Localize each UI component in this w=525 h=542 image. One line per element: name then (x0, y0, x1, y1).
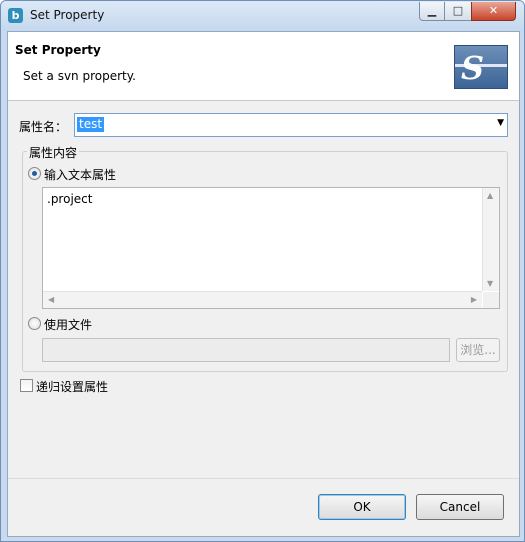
scrollbar-corner (483, 292, 499, 308)
property-text-content[interactable]: .project (47, 192, 92, 206)
scroll-up-icon[interactable]: ▲ (487, 191, 493, 200)
title-bar[interactable]: b Set Property ▁ □ ✕ (1, 1, 524, 31)
dropdown-arrow-icon[interactable]: ▼ (497, 118, 504, 128)
property-name-combobox[interactable]: test ▼ (74, 113, 508, 137)
property-name-value[interactable]: test (77, 117, 105, 132)
ok-button[interactable]: OK (318, 494, 406, 520)
file-path-input[interactable] (42, 338, 450, 362)
logo-letter: S (461, 49, 485, 87)
property-content-caption: 属性内容 (27, 144, 80, 161)
use-file-label[interactable]: 使用文件 (44, 316, 92, 333)
close-button[interactable]: ✕ (471, 2, 516, 21)
cancel-button[interactable]: Cancel (416, 494, 504, 520)
recursive-label[interactable]: 递归设置属性 (36, 378, 108, 395)
text-property-radio[interactable] (28, 167, 41, 180)
property-text-area[interactable]: .project ▲ ▼ ◀ ▶ (42, 187, 500, 309)
use-file-radio[interactable] (28, 317, 41, 330)
dialog-header: Set Property Set a svn property. S (8, 32, 519, 101)
footer-separator (8, 478, 519, 479)
horizontal-scrollbar[interactable]: ◀ ▶ (43, 291, 482, 308)
minimize-button[interactable]: ▁ (419, 2, 445, 21)
header-title: Set Property (15, 43, 101, 57)
scroll-left-icon[interactable]: ◀ (48, 295, 54, 304)
svn-logo-icon: S (454, 45, 508, 89)
dialog-client-area: Set Property Set a svn property. S 属性名： … (7, 31, 520, 537)
header-description: Set a svn property. (23, 69, 136, 83)
recursive-checkbox[interactable] (20, 379, 33, 392)
svn-app-icon: b (8, 8, 23, 23)
browse-button[interactable]: 浏览... (456, 338, 500, 362)
maximize-button[interactable]: □ (444, 2, 472, 21)
set-property-dialog: b Set Property ▁ □ ✕ Set Property Set a … (0, 0, 525, 542)
scroll-right-icon[interactable]: ▶ (471, 295, 477, 304)
scroll-down-icon[interactable]: ▼ (487, 279, 493, 288)
window-title: Set Property (30, 8, 105, 22)
property-name-label: 属性名： (19, 120, 68, 134)
vertical-scrollbar[interactable]: ▲ ▼ (482, 188, 499, 291)
text-property-label[interactable]: 输入文本属性 (44, 166, 116, 183)
